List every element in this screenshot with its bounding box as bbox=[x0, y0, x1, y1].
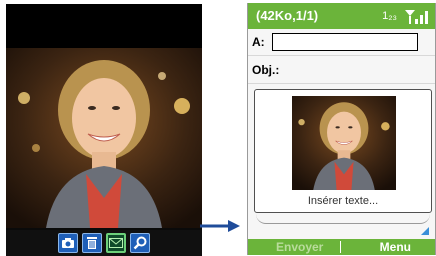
menu-softkey[interactable]: Menu bbox=[380, 239, 411, 255]
recipient-input[interactable] bbox=[272, 33, 418, 51]
input-mode-indicator: 1₂₃ bbox=[382, 10, 397, 22]
transition-arrow-icon bbox=[200, 220, 240, 232]
attached-photo bbox=[292, 96, 396, 190]
scroll-indicator-icon bbox=[421, 227, 429, 235]
subject-label: Obj.: bbox=[252, 63, 280, 77]
left-top-bar bbox=[6, 4, 202, 48]
trash-icon bbox=[87, 237, 97, 249]
send-message-button[interactable] bbox=[106, 233, 126, 253]
mms-compose-screen: (42Ko,1/1) 1₂₃ A: Obj.: Insérer texte...… bbox=[247, 3, 436, 255]
mms-slide[interactable]: Insérer texte... bbox=[254, 89, 432, 213]
camera-icon bbox=[62, 238, 74, 248]
title-bar: (42Ko,1/1) 1₂₃ bbox=[248, 3, 435, 29]
camera-button[interactable] bbox=[58, 233, 78, 253]
insert-text-placeholder[interactable]: Insérer texte... bbox=[255, 195, 431, 207]
camera-review-screen bbox=[6, 4, 202, 256]
zoom-icon bbox=[133, 236, 147, 250]
envelope-icon bbox=[109, 238, 123, 248]
divider bbox=[248, 83, 435, 84]
softkey-bar: Envoyer Menu bbox=[248, 239, 435, 255]
zoom-button[interactable] bbox=[130, 233, 150, 253]
captured-photo bbox=[6, 48, 202, 228]
softkey-divider bbox=[340, 241, 341, 253]
send-softkey[interactable]: Envoyer bbox=[276, 239, 323, 255]
signal-strength-icon bbox=[405, 10, 428, 24]
slide-stack-edge bbox=[256, 213, 430, 224]
delete-button[interactable] bbox=[82, 233, 102, 253]
divider bbox=[248, 55, 435, 56]
to-label: A: bbox=[252, 35, 265, 49]
message-size-title: (42Ko,1/1) bbox=[256, 8, 319, 23]
photo-action-toolbar bbox=[6, 230, 202, 256]
